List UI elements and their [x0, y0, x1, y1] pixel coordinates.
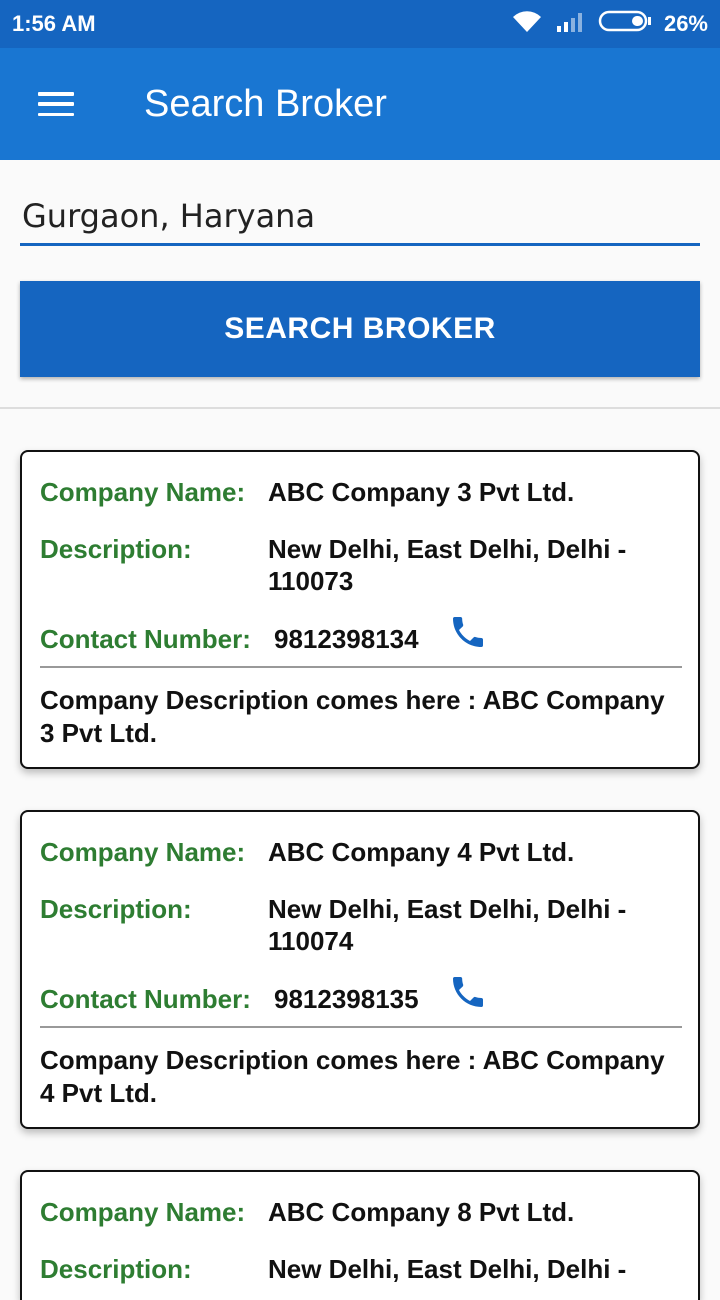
phone-icon[interactable] — [448, 612, 488, 652]
broker-card: Company Name: ABC Company 3 Pvt Ltd. Des… — [20, 450, 700, 769]
wifi-icon — [510, 8, 544, 40]
contact-number-value[interactable]: 9812398134 — [274, 623, 419, 655]
company-name-value: ABC Company 8 Pvt Ltd. — [268, 1197, 575, 1227]
contact-number-label: Contact Number: — [40, 624, 251, 654]
broker-card: Company Name: ABC Company 4 Pvt Ltd. Des… — [20, 810, 700, 1129]
app-bar: Search Broker — [0, 48, 720, 160]
company-description: Company Description comes here : ABC Com… — [40, 1045, 665, 1108]
description-value: New Delhi, East Delhi, Delhi - — [268, 1254, 627, 1284]
phone-icon[interactable] — [448, 972, 488, 1012]
company-name-value: ABC Company 4 Pvt Ltd. — [268, 837, 575, 867]
battery-percent: 26% — [663, 11, 708, 36]
signal-icon — [556, 10, 586, 38]
description-label: Description: — [40, 894, 192, 924]
contact-number-value[interactable]: 9812398135 — [274, 983, 419, 1015]
page-title: Search Broker — [144, 82, 387, 125]
section-divider — [0, 407, 720, 409]
description-label: Description: — [40, 1254, 192, 1284]
location-search-input[interactable] — [20, 188, 700, 246]
card-divider — [40, 1026, 682, 1028]
company-name-label: Company Name: — [40, 1197, 246, 1227]
status-bar: 1:56 AM 26% — [0, 0, 720, 48]
company-name-value: ABC Company 3 Pvt Ltd. — [268, 477, 575, 507]
card-divider — [40, 666, 682, 668]
description-value: New Delhi, East Delhi, Delhi - 110074 — [268, 894, 627, 956]
company-description: Company Description comes here : ABC Com… — [40, 685, 665, 748]
hamburger-menu-icon[interactable] — [38, 92, 74, 116]
battery-icon — [598, 9, 652, 39]
status-time: 1:56 AM — [12, 11, 96, 36]
contact-number-label: Contact Number: — [40, 984, 251, 1014]
company-name-label: Company Name: — [40, 477, 246, 507]
broker-card: Company Name: ABC Company 8 Pvt Ltd. Des… — [20, 1170, 700, 1300]
description-value: New Delhi, East Delhi, Delhi - 110073 — [268, 534, 627, 596]
company-name-label: Company Name: — [40, 837, 246, 867]
status-indicators: 26% — [510, 8, 708, 40]
description-label: Description: — [40, 534, 192, 564]
search-broker-button[interactable]: SEARCH BROKER — [20, 281, 700, 377]
